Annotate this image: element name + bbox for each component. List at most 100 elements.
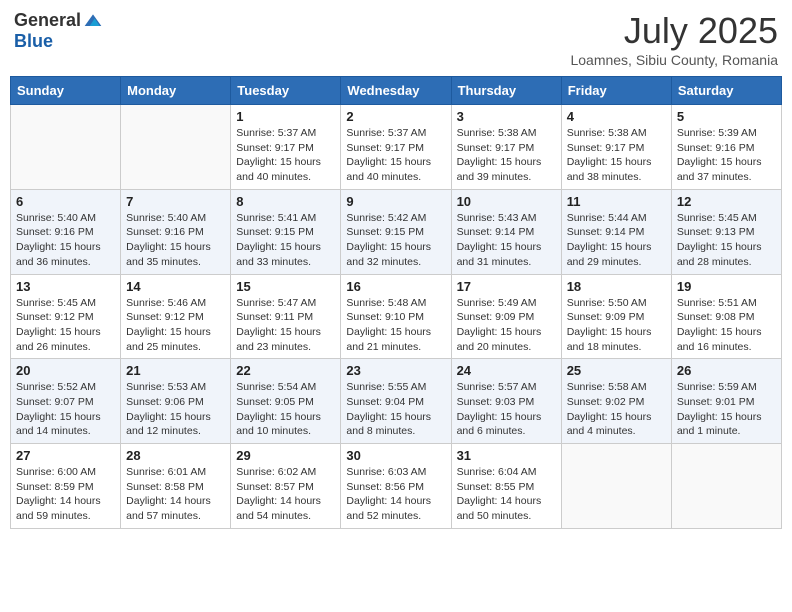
calendar-cell: 9 Sunrise: 5:42 AM Sunset: 9:15 PM Daylig… [341,189,451,274]
calendar-cell: 29 Sunrise: 6:02 AM Sunset: 8:57 PM Dayli… [231,444,341,529]
calendar-cell: 17Sunrise: 5:49 AM Sunset: 9:09 PM Dayli… [451,274,561,359]
calendar-cell: 10 Sunrise: 5:43 AM Sunset: 9:14 PM Dayli… [451,189,561,274]
calendar-table: SundayMondayTuesdayWednesdayThursdayFrid… [10,76,782,529]
day-number: 2 [346,109,445,124]
calendar-cell: 31 Sunrise: 6:04 AM Sunset: 8:55 PM Dayli… [451,444,561,529]
calendar-cell: 25 Sunrise: 5:58 AM Sunset: 9:02 PM Dayli… [561,359,671,444]
calendar-cell: 16 Sunrise: 5:48 AM Sunset: 9:10 PM Dayli… [341,274,451,359]
calendar-cell: 4 Sunrise: 5:38 AM Sunset: 9:17 PM Daylig… [561,105,671,190]
weekday-header-saturday: Saturday [671,77,781,105]
day-number: 4 [567,109,666,124]
day-content: Sunrise: 6:02 AM Sunset: 8:57 PM Dayligh… [236,465,335,524]
day-number: 19 [677,279,776,294]
day-number: 30 [346,448,445,463]
day-number: 25 [567,363,666,378]
weekday-header-friday: Friday [561,77,671,105]
calendar-week-row: 13Sunrise: 5:45 AM Sunset: 9:12 PM Dayli… [11,274,782,359]
calendar-cell: 18Sunrise: 5:50 AM Sunset: 9:09 PM Dayli… [561,274,671,359]
calendar-week-row: 20Sunrise: 5:52 AM Sunset: 9:07 PM Dayli… [11,359,782,444]
day-content: Sunrise: 5:58 AM Sunset: 9:02 PM Dayligh… [567,380,666,439]
day-number: 13 [16,279,115,294]
page-header: General Blue July 2025 Loamnes, Sibiu Co… [10,10,782,68]
day-number: 15 [236,279,335,294]
day-number: 29 [236,448,335,463]
calendar-cell: 7 Sunrise: 5:40 AM Sunset: 9:16 PM Daylig… [121,189,231,274]
day-content: Sunrise: 5:55 AM Sunset: 9:04 PM Dayligh… [346,380,445,439]
weekday-header-thursday: Thursday [451,77,561,105]
day-number: 28 [126,448,225,463]
day-content: Sunrise: 5:37 AM Sunset: 9:17 PM Dayligh… [346,126,445,185]
day-content: Sunrise: 5:47 AM Sunset: 9:11 PM Dayligh… [236,296,335,355]
calendar-cell: 20Sunrise: 5:52 AM Sunset: 9:07 PM Dayli… [11,359,121,444]
day-number: 7 [126,194,225,209]
day-content: Sunrise: 5:46 AM Sunset: 9:12 PM Dayligh… [126,296,225,355]
day-number: 16 [346,279,445,294]
calendar-cell: 2 Sunrise: 5:37 AM Sunset: 9:17 PM Daylig… [341,105,451,190]
day-number: 9 [346,194,445,209]
day-number: 23 [346,363,445,378]
day-content: Sunrise: 5:37 AM Sunset: 9:17 PM Dayligh… [236,126,335,185]
weekday-header-wednesday: Wednesday [341,77,451,105]
day-content: Sunrise: 5:40 AM Sunset: 9:16 PM Dayligh… [16,211,115,270]
calendar-cell [671,444,781,529]
day-content: Sunrise: 5:51 AM Sunset: 9:08 PM Dayligh… [677,296,776,355]
calendar-week-row: 27Sunrise: 6:00 AM Sunset: 8:59 PM Dayli… [11,444,782,529]
day-number: 6 [16,194,115,209]
calendar-cell [11,105,121,190]
calendar-cell: 11Sunrise: 5:44 AM Sunset: 9:14 PM Dayli… [561,189,671,274]
weekday-header-row: SundayMondayTuesdayWednesdayThursdayFrid… [11,77,782,105]
day-content: Sunrise: 5:41 AM Sunset: 9:15 PM Dayligh… [236,211,335,270]
calendar-week-row: 1Sunrise: 5:37 AM Sunset: 9:17 PM Daylig… [11,105,782,190]
day-number: 31 [457,448,556,463]
calendar-cell: 26Sunrise: 5:59 AM Sunset: 9:01 PM Dayli… [671,359,781,444]
calendar-cell: 3Sunrise: 5:38 AM Sunset: 9:17 PM Daylig… [451,105,561,190]
day-content: Sunrise: 5:59 AM Sunset: 9:01 PM Dayligh… [677,380,776,439]
day-content: Sunrise: 5:42 AM Sunset: 9:15 PM Dayligh… [346,211,445,270]
day-number: 21 [126,363,225,378]
day-number: 14 [126,279,225,294]
day-number: 24 [457,363,556,378]
day-content: Sunrise: 6:04 AM Sunset: 8:55 PM Dayligh… [457,465,556,524]
weekday-header-tuesday: Tuesday [231,77,341,105]
calendar-week-row: 6 Sunrise: 5:40 AM Sunset: 9:16 PM Daylig… [11,189,782,274]
calendar-cell: 15 Sunrise: 5:47 AM Sunset: 9:11 PM Dayli… [231,274,341,359]
calendar-cell: 5 Sunrise: 5:39 AM Sunset: 9:16 PM Daylig… [671,105,781,190]
calendar-cell: 22 Sunrise: 5:54 AM Sunset: 9:05 PM Dayli… [231,359,341,444]
day-content: Sunrise: 5:50 AM Sunset: 9:09 PM Dayligh… [567,296,666,355]
day-content: Sunrise: 6:00 AM Sunset: 8:59 PM Dayligh… [16,465,115,524]
day-content: Sunrise: 6:01 AM Sunset: 8:58 PM Dayligh… [126,465,225,524]
calendar-cell: 8 Sunrise: 5:41 AM Sunset: 9:15 PM Daylig… [231,189,341,274]
day-number: 8 [236,194,335,209]
day-content: Sunrise: 5:38 AM Sunset: 9:17 PM Dayligh… [457,126,556,185]
calendar-cell: 30 Sunrise: 6:03 AM Sunset: 8:56 PM Dayli… [341,444,451,529]
day-number: 11 [567,194,666,209]
day-number: 5 [677,109,776,124]
logo-blue-text: Blue [14,31,53,52]
calendar-cell: 24Sunrise: 5:57 AM Sunset: 9:03 PM Dayli… [451,359,561,444]
day-content: Sunrise: 5:48 AM Sunset: 9:10 PM Dayligh… [346,296,445,355]
day-content: Sunrise: 5:43 AM Sunset: 9:14 PM Dayligh… [457,211,556,270]
calendar-cell: 13Sunrise: 5:45 AM Sunset: 9:12 PM Dayli… [11,274,121,359]
day-content: Sunrise: 6:03 AM Sunset: 8:56 PM Dayligh… [346,465,445,524]
logo-general-text: General [14,10,81,31]
calendar-cell: 6 Sunrise: 5:40 AM Sunset: 9:16 PM Daylig… [11,189,121,274]
day-content: Sunrise: 5:45 AM Sunset: 9:13 PM Dayligh… [677,211,776,270]
day-content: Sunrise: 5:39 AM Sunset: 9:16 PM Dayligh… [677,126,776,185]
calendar-cell: 28 Sunrise: 6:01 AM Sunset: 8:58 PM Dayli… [121,444,231,529]
day-number: 12 [677,194,776,209]
day-content: Sunrise: 5:40 AM Sunset: 9:16 PM Dayligh… [126,211,225,270]
day-number: 10 [457,194,556,209]
day-number: 17 [457,279,556,294]
day-content: Sunrise: 5:53 AM Sunset: 9:06 PM Dayligh… [126,380,225,439]
day-number: 20 [16,363,115,378]
title-section: July 2025 Loamnes, Sibiu County, Romania [570,10,778,68]
day-number: 22 [236,363,335,378]
weekday-header-monday: Monday [121,77,231,105]
logo-icon [83,11,103,31]
calendar-cell: 12 Sunrise: 5:45 AM Sunset: 9:13 PM Dayli… [671,189,781,274]
weekday-header-sunday: Sunday [11,77,121,105]
day-content: Sunrise: 5:54 AM Sunset: 9:05 PM Dayligh… [236,380,335,439]
day-content: Sunrise: 5:38 AM Sunset: 9:17 PM Dayligh… [567,126,666,185]
calendar-cell: 23 Sunrise: 5:55 AM Sunset: 9:04 PM Dayli… [341,359,451,444]
location-subtitle: Loamnes, Sibiu County, Romania [570,52,778,68]
